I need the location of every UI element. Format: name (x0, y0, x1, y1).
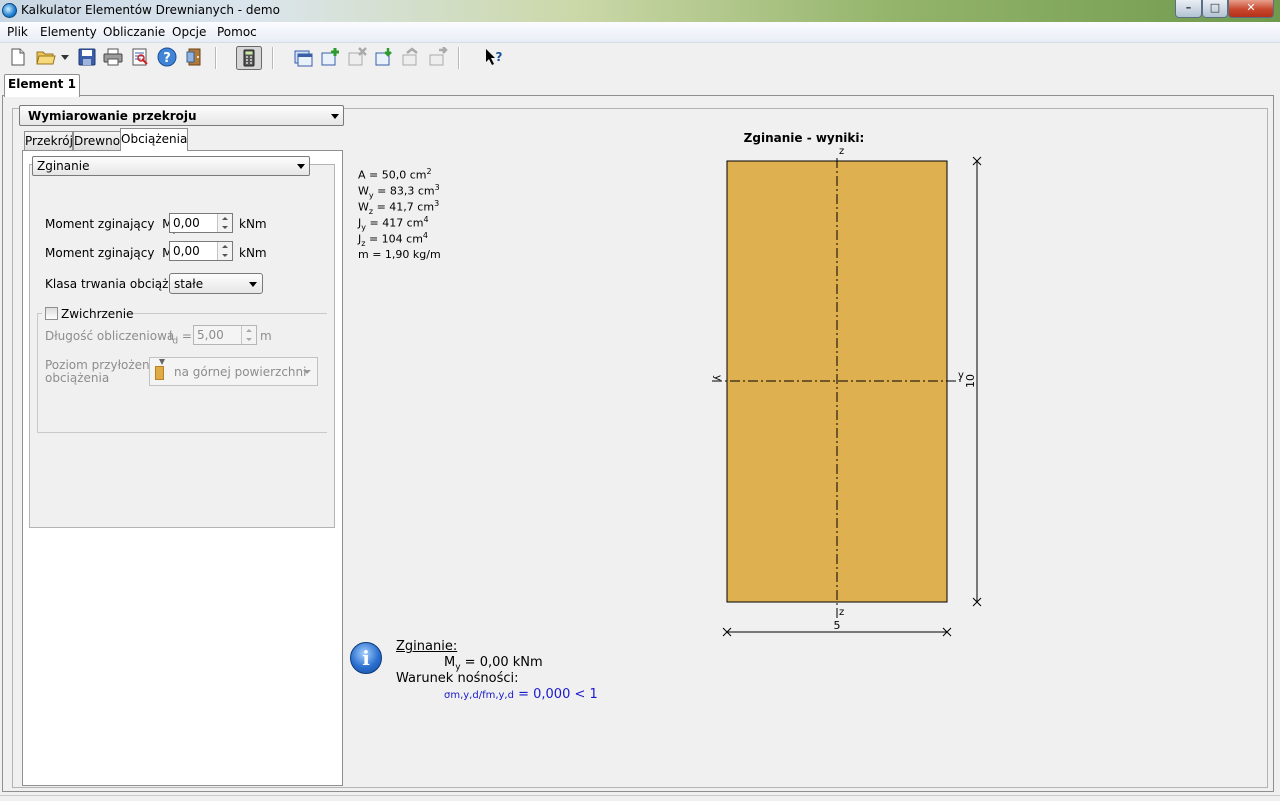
ld-input[interactable]: 5,00 (193, 325, 257, 345)
print-preview-icon[interactable] (130, 47, 150, 67)
export-left-icon[interactable] (401, 47, 421, 67)
add-element-icon[interactable] (320, 47, 340, 67)
exit-icon[interactable] (184, 47, 204, 67)
menu-obliczanie[interactable]: Obliczanie (103, 25, 165, 39)
klasa-value: stałe (174, 277, 204, 291)
toolbar-separator (458, 47, 460, 69)
save-icon[interactable] (77, 47, 97, 67)
info-icon: i (350, 642, 382, 674)
tab-przekroj[interactable]: Przekrój (24, 131, 73, 150)
calc-type-select[interactable]: Zginanie (32, 156, 310, 176)
open-folder-icon[interactable] (36, 47, 56, 67)
load-position-icon (155, 366, 164, 380)
prop-jy: Jy = 417 cm4 (358, 215, 429, 232)
moment-my-unit: kNm (239, 217, 267, 231)
import-element-icon[interactable] (374, 47, 394, 67)
chevron-down-icon (303, 370, 311, 374)
app-icon (2, 3, 17, 18)
new-file-icon[interactable] (8, 47, 28, 67)
prop-wz: Wz = 41,7 cm3 (358, 199, 440, 216)
prop-mass: m = 1,90 kg/m (358, 248, 441, 261)
chevron-down-icon[interactable] (61, 55, 69, 61)
export-right-icon[interactable] (428, 47, 448, 67)
moment-mz-input[interactable]: 0,00 (169, 241, 233, 261)
status-strip (0, 795, 1280, 801)
calc-type-value: Zginanie (37, 159, 90, 173)
ld-unit: m (260, 329, 272, 343)
section-select[interactable]: Wymiarowanie przekroju (19, 105, 344, 126)
toolbar-separator (272, 47, 274, 69)
section-select-value: Wymiarowanie przekroju (28, 109, 197, 123)
close-button[interactable]: ✕ (1228, 0, 1274, 18)
prop-jz: Jz = 104 cm4 (358, 231, 429, 248)
cross-section-drawing: Zginanie - wyniki: z z y y 5 10 (712, 131, 982, 637)
ld-label: ld = (169, 329, 192, 347)
tab-element-1[interactable]: Element 1 (4, 74, 80, 97)
results-condition-label: Warunek nośności: (396, 671, 519, 686)
moment-my-input[interactable]: 0,00 (169, 213, 233, 233)
prop-wy: Wy = 83,3 cm3 (358, 183, 440, 200)
poziom-label: Poziom przyłożenia obciążenia (45, 358, 161, 385)
height-dimension-label: 10 (964, 374, 977, 388)
results-heading: Zginanie: (396, 639, 458, 654)
delete-element-icon[interactable] (347, 47, 367, 67)
zwichrzenie-checkbox[interactable] (45, 307, 58, 320)
klasa-select[interactable]: stałe (169, 273, 263, 294)
prop-area: A = 50,0 cm2 (358, 167, 432, 182)
menu-bar: Plik Elementy Obliczanie Opcje Pomoc (0, 22, 1280, 43)
minimize-button[interactable]: – (1175, 0, 1202, 18)
drawing-title: Zginanie - wyniki: (744, 131, 865, 145)
axis-y-left-label: y (712, 375, 723, 381)
calculator-icon[interactable] (236, 46, 262, 70)
results-condition-formula: σm,y,d/fm,y,d = 0,000 < 1 (444, 687, 598, 702)
chevron-down-icon (331, 113, 339, 119)
print-icon[interactable] (103, 47, 123, 67)
context-help-icon[interactable]: ? (484, 47, 504, 67)
menu-pomoc[interactable]: Pomoc (217, 25, 257, 39)
tab-drewno[interactable]: Drewno (73, 131, 121, 150)
chevron-down-icon (249, 281, 257, 287)
help-icon[interactable]: ? (157, 47, 177, 67)
tab-obciazenia[interactable]: Obciążenia (120, 128, 188, 151)
spinner-arrows[interactable] (217, 214, 232, 232)
toolbar-separator (215, 47, 217, 69)
poziom-select[interactable]: na górnej powierzchni (149, 357, 318, 386)
maximize-button[interactable]: □ (1202, 0, 1228, 18)
dlugosc-label: Długość obliczeniowa (45, 329, 175, 343)
title-bar: Kalkulator Elementów Drewnianych - demo … (0, 0, 1280, 22)
window-title: Kalkulator Elementów Drewnianych - demo (21, 3, 280, 17)
axis-z-bottom-label: z (839, 607, 844, 618)
toolbar: ? ? (0, 43, 1280, 72)
spinner-arrows[interactable] (217, 242, 232, 260)
arrow-down-icon (159, 359, 165, 365)
poziom-value: na górnej powierzchni (174, 365, 307, 379)
width-dimension-label: 5 (834, 619, 841, 632)
svg-text:?: ? (496, 50, 503, 64)
axis-z-top-label: z (839, 146, 844, 157)
menu-opcje[interactable]: Opcje (172, 25, 206, 39)
menu-plik[interactable]: Plik (7, 25, 28, 39)
chevron-down-icon (297, 164, 305, 169)
spinner-arrows[interactable] (241, 326, 256, 344)
zwichrzenie-label: Zwichrzenie (61, 307, 134, 321)
moment-mz-unit: kNm (239, 246, 267, 260)
new-element-icon[interactable] (293, 47, 313, 67)
menu-elementy[interactable]: Elementy (40, 25, 97, 39)
svg-text:?: ? (163, 51, 171, 66)
results-moment: My = 0,00 kNm (444, 655, 543, 673)
